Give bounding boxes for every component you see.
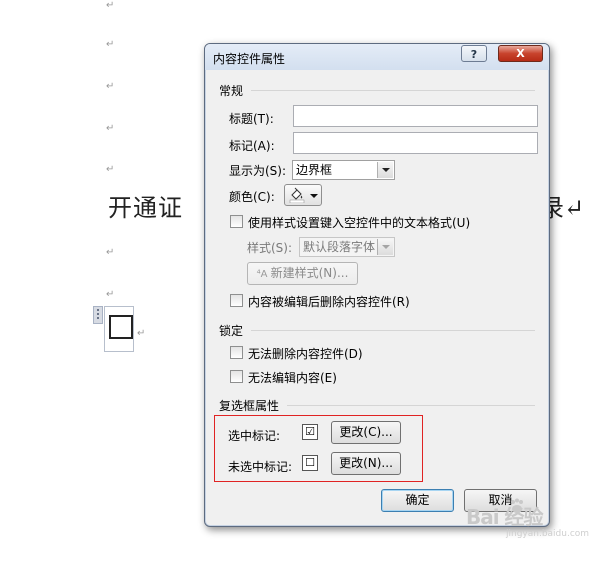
checked-symbol-preview: ☑ bbox=[302, 424, 318, 440]
no-edit-label: 无法编辑内容(E) bbox=[248, 371, 337, 385]
use-style-label: 使用样式设置键入空控件中的文本格式(U) bbox=[248, 216, 471, 230]
unchecked-symbol-label: 未选中标记: bbox=[228, 460, 293, 474]
group-checkbox-props-title: 复选框属性 bbox=[219, 399, 280, 413]
use-style-checkbox[interactable] bbox=[230, 215, 243, 228]
change-unchecked-symbol-button[interactable]: 更改(N)... bbox=[331, 452, 401, 475]
remove-after-edit-checkbox[interactable] bbox=[230, 294, 243, 307]
content-control-handle[interactable] bbox=[93, 306, 103, 324]
checked-symbol-label: 选中标记: bbox=[228, 429, 281, 443]
help-button[interactable]: ? bbox=[461, 45, 487, 62]
group-divider bbox=[251, 90, 535, 91]
dialog-titlebar[interactable]: 内容控件属性 ? X bbox=[205, 44, 549, 70]
paragraph-mark: ↵ bbox=[137, 328, 146, 339]
color-label: 颜色(C): bbox=[229, 190, 275, 204]
paint-bucket-icon bbox=[289, 187, 305, 204]
show-as-label: 显示为(S): bbox=[229, 164, 287, 178]
new-style-icon: ⁴A bbox=[256, 269, 271, 280]
show-as-value: 边界框 bbox=[296, 163, 333, 177]
chevron-down-icon[interactable] bbox=[377, 162, 393, 178]
close-button[interactable]: X bbox=[498, 45, 543, 62]
dialog-client: 常规 标题(T): 标记(A): 显示为(S): 边界框 颜色(C): 使用样式… bbox=[211, 71, 543, 520]
paragraph-mark: ↵ bbox=[106, 247, 115, 258]
group-locking-title: 锁定 bbox=[219, 324, 244, 338]
group-general-title: 常规 bbox=[219, 84, 244, 98]
remove-after-edit-label: 内容被编辑后删除内容控件(R) bbox=[248, 295, 410, 309]
document-text: 开通证 bbox=[108, 194, 183, 222]
paragraph-mark: ↵ bbox=[106, 123, 115, 134]
group-divider bbox=[287, 405, 535, 406]
watermark-subtext: jingyan.baidu.com bbox=[506, 529, 590, 539]
color-picker-button[interactable] bbox=[284, 184, 322, 206]
paragraph-mark: ↵ bbox=[106, 39, 115, 50]
no-edit-checkbox[interactable] bbox=[230, 370, 243, 383]
checkbox-symbol[interactable] bbox=[109, 315, 133, 339]
tag-label: 标记(A): bbox=[229, 139, 275, 153]
chevron-down-icon[interactable] bbox=[377, 239, 393, 255]
style-select[interactable]: 默认段落字体 bbox=[299, 237, 395, 257]
baidu-jingyan-watermark: Bai 经验 jingyan.baidu.com bbox=[458, 495, 598, 545]
dialog-title: 内容控件属性 bbox=[213, 52, 286, 66]
new-style-label: 新建样式(N)... bbox=[270, 266, 349, 280]
new-style-button[interactable]: ⁴A 新建样式(N)... bbox=[247, 262, 358, 285]
paragraph-mark: ↵ bbox=[106, 0, 115, 11]
change-checked-symbol-button[interactable]: 更改(C)... bbox=[331, 421, 401, 444]
no-delete-label: 无法删除内容控件(D) bbox=[248, 347, 363, 361]
paragraph-mark: ↵ bbox=[106, 81, 115, 92]
watermark-text: Bai 经验 bbox=[466, 505, 544, 529]
group-divider bbox=[251, 330, 535, 331]
show-as-select[interactable]: 边界框 bbox=[292, 160, 395, 180]
content-control-properties-dialog: 内容控件属性 ? X 常规 标题(T): 标记(A): 显示为(S): 边界框 … bbox=[204, 43, 550, 527]
title-label: 标题(T): bbox=[229, 112, 274, 126]
unchecked-symbol-preview: ☐ bbox=[302, 455, 318, 471]
style-label: 样式(S): bbox=[247, 241, 293, 255]
ok-button[interactable]: 确定 bbox=[381, 489, 454, 512]
style-value: 默认段落字体 bbox=[303, 240, 376, 254]
checkbox-content-control[interactable]: ↵ bbox=[93, 306, 145, 354]
paw-icon bbox=[511, 498, 523, 513]
caret-down-icon bbox=[310, 194, 318, 198]
title-input[interactable] bbox=[293, 105, 538, 127]
no-delete-checkbox[interactable] bbox=[230, 346, 243, 359]
paragraph-mark: ↵ bbox=[106, 289, 115, 300]
tag-input[interactable] bbox=[293, 132, 538, 154]
paragraph-mark: ↵ bbox=[106, 164, 115, 175]
